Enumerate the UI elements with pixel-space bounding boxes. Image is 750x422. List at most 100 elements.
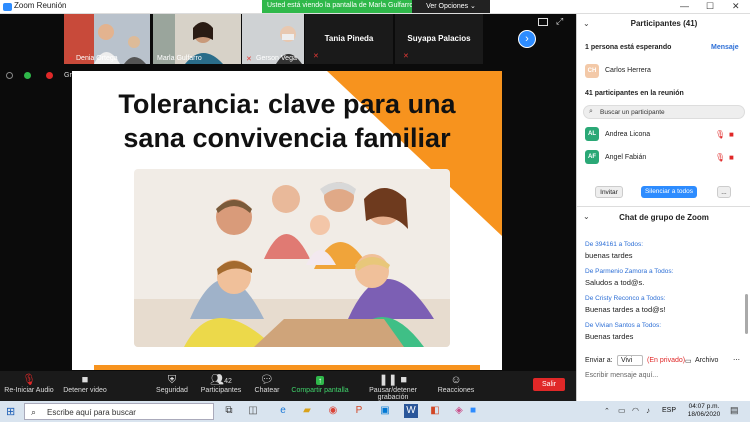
participant-name: Suyapa Palacios	[407, 34, 471, 43]
search-icon: ⌕	[589, 108, 593, 115]
in-meeting-text: 41 participantes en la reunión	[585, 90, 684, 97]
audio-button[interactable]: 🎙︎ Re-Iniciar Audio	[4, 373, 54, 394]
side-panel: ⌄ Participantes (41) 1 persona está espe…	[576, 14, 750, 401]
volume-icon[interactable]: ♪	[646, 406, 650, 415]
store-icon[interactable]: ▣	[378, 404, 392, 418]
task-view-icon[interactable]: ⧉	[222, 404, 236, 418]
windows-taskbar: ⊞ ⌕ Escribe aquí para buscar ⧉ ◫ e ▰ ◉ P…	[0, 401, 750, 422]
participant-name: Angel Fabián	[605, 154, 647, 161]
language-indicator[interactable]: ESP	[662, 407, 676, 414]
chat-bubble-icon: 💬︎	[260, 374, 274, 386]
tray-chevron-icon[interactable]: ⌃	[604, 407, 610, 415]
video-thumbnail-denia[interactable]: Denia Ortega ✕	[64, 14, 150, 64]
video-off-icon: ■	[729, 130, 734, 139]
windows-start-icon[interactable]: ⊞	[6, 405, 15, 418]
video-thumbnail-marla[interactable]: Marla Gulfarro	[153, 14, 241, 64]
waiting-person-name: Carlos Herrera	[605, 67, 651, 74]
view-options-button[interactable]: Ver Opciones ⌄	[412, 0, 490, 13]
network-icon[interactable]: ▭	[618, 406, 626, 415]
participant-name: Gerson Vega	[256, 55, 297, 62]
chat-message: Saludos a tod@s.	[585, 278, 645, 287]
window-title: Zoom Reunión	[14, 1, 67, 10]
chat-message-input[interactable]: Escribir mensaje aquí...	[585, 372, 743, 384]
reactions-button[interactable]: ☺ Reacciones	[436, 373, 476, 394]
file-button[interactable]: Archivo	[695, 357, 718, 364]
video-label: Detener video	[63, 387, 107, 394]
muted-mic-icon: ✕	[68, 56, 74, 63]
chat-more-button[interactable]: ⋯	[733, 356, 740, 364]
shared-slide: Tolerancia: clave para una sana conviven…	[72, 71, 502, 370]
wifi-icon[interactable]: ◠	[632, 406, 639, 415]
send-to-select[interactable]: Vivi	[617, 355, 643, 366]
slide-title-line2: sana convivencia familiar	[123, 123, 451, 153]
file-explorer-icon[interactable]: ▰	[300, 404, 314, 418]
chat-label: Chatear	[254, 387, 280, 394]
participant-search-input[interactable]: ⌕ Buscar un participante	[583, 105, 745, 119]
search-icon: ⌕	[31, 407, 37, 417]
video-button[interactable]: ■ Detener video	[60, 373, 110, 394]
chrome-icon[interactable]: ◉	[326, 404, 340, 418]
muted-mic-icon: 🎙︎	[715, 130, 726, 139]
participants-button[interactable]: 👥︎42 Participantes	[198, 373, 244, 394]
more-options-button[interactable]: ...	[717, 186, 731, 198]
chat-scrollbar[interactable]	[745, 294, 748, 334]
name-tile-tania[interactable]: Tania Pineda ✕	[305, 14, 393, 64]
zoom-taskbar-icon[interactable]: ■	[466, 404, 480, 418]
muted-mic-icon: ✕	[403, 53, 409, 60]
message-waiting-button[interactable]: Mensaje	[711, 44, 739, 51]
close-button[interactable]: ✕	[732, 1, 740, 12]
leave-meeting-button[interactable]: Salir	[533, 378, 565, 391]
taskbar-search-input[interactable]: ⌕ Escribe aquí para buscar	[24, 403, 214, 420]
chat-button[interactable]: 💬︎ Chatear	[250, 373, 284, 394]
chat-sender: De Cristy Reconco a Todos:	[585, 295, 666, 302]
invite-button[interactable]: Invitar	[595, 186, 623, 198]
taskbar-clock[interactable]: 04:07 p.m. 18/06/2020	[684, 403, 724, 419]
muted-mic-icon: ✕	[313, 53, 319, 60]
search-placeholder: Buscar un participante	[600, 109, 665, 116]
recording-dot-icon	[46, 72, 53, 79]
mute-all-button[interactable]: Silenciar a todos	[641, 186, 697, 198]
powerpoint-icon[interactable]: P	[352, 404, 366, 418]
private-label: (En privado)	[647, 357, 686, 364]
taskbar-search-placeholder: Escribe aquí para buscar	[47, 408, 136, 417]
video-camera-icon: ■	[81, 374, 89, 386]
next-page-arrow-icon[interactable]: ›	[518, 30, 536, 48]
name-tile-suyapa[interactable]: Suyapa Palacios ✕	[395, 14, 483, 64]
participant-name: Denia Ortega	[76, 55, 118, 62]
edge-icon[interactable]: e	[276, 404, 290, 418]
share-banner-message: Usted está viendo la pantalla de Marla G…	[267, 2, 414, 9]
divider	[577, 206, 750, 207]
office-icon[interactable]: ◧	[428, 404, 442, 418]
chat-title: Chat de grupo de Zoom	[619, 213, 709, 222]
audio-label: Re-Iniciar Audio	[4, 387, 54, 394]
avatar: CH	[585, 64, 599, 78]
minimize-button[interactable]: —	[680, 1, 689, 11]
family-photo	[134, 169, 450, 347]
video-thumbnail-gerson[interactable]: Gerson Vega ✕	[242, 14, 304, 64]
app-icon[interactable]: ◈	[452, 404, 466, 418]
meeting-toolbar: 🎙︎ Re-Iniciar Audio ■ Detener video ⛨ Se…	[0, 371, 576, 401]
share-label: Compartir pantalla	[291, 387, 349, 394]
chat-sender: De Parmenio Zamora a Todos:	[585, 268, 674, 275]
info-icon[interactable]	[6, 72, 13, 79]
file-icon: ▭	[685, 358, 692, 365]
cortana-icon[interactable]: ◫	[246, 404, 260, 418]
notifications-icon[interactable]: ▤	[730, 405, 739, 416]
share-screen-button[interactable]: ↑ Compartir pantalla	[290, 373, 350, 394]
send-to-label: Enviar a:	[585, 357, 613, 364]
clock-time: 04:07 p.m.	[688, 403, 720, 410]
muted-mic-icon: 🎙︎	[715, 153, 726, 162]
security-shield-icon[interactable]	[24, 72, 31, 79]
chat-sender: De Vivian Santos a Todos:	[585, 322, 662, 329]
maximize-button[interactable]: ☐	[706, 1, 714, 12]
chat-input-placeholder: Escribir mensaje aquí...	[585, 372, 659, 379]
record-control-button[interactable]: ❚❚ ■ Pausar/detener grabación	[355, 373, 431, 401]
security-button[interactable]: ⛨ Seguridad	[152, 373, 192, 394]
screen-view-icon[interactable]	[538, 18, 548, 26]
fullscreen-icon[interactable]: ⤢	[556, 16, 563, 27]
slide-footer-bar	[94, 365, 480, 370]
clock-date: 18/06/2020	[687, 411, 721, 418]
send-to-value: Vivi	[621, 357, 633, 364]
pause-stop-icon: ❚❚ ■	[378, 374, 408, 386]
word-icon[interactable]: W	[404, 404, 418, 418]
